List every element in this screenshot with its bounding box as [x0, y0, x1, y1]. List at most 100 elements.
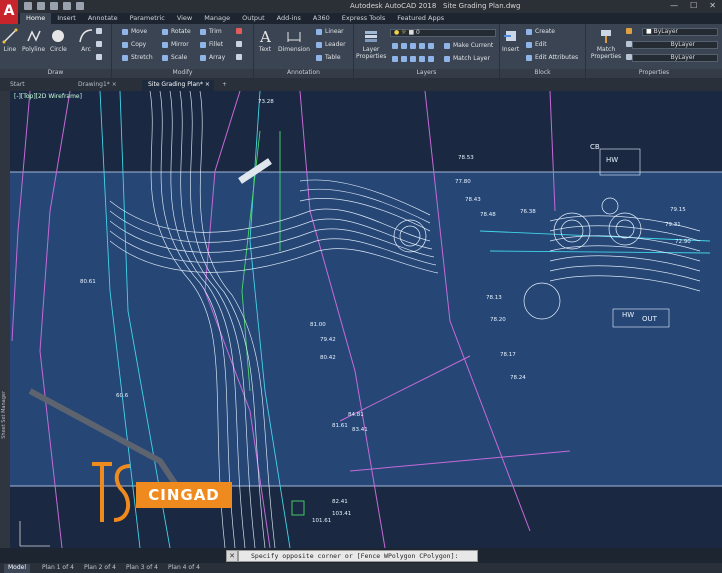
- draw-panel-label[interactable]: Draw: [0, 69, 111, 78]
- gradient-icon[interactable]: [96, 54, 102, 60]
- tab-home[interactable]: Home: [20, 13, 52, 24]
- viewport-controls[interactable]: [-][Top][2D Wireframe]: [14, 93, 82, 100]
- sheet-set-manager-palette[interactable]: Sheet Set Manager: [0, 91, 10, 548]
- edit-block-button[interactable]: Edit: [526, 41, 547, 48]
- redo-icon[interactable]: [76, 2, 84, 10]
- copy-label: Copy: [131, 41, 147, 48]
- file-title: Site Grading Plan.dwg: [442, 2, 521, 10]
- close-icon[interactable]: ×: [205, 81, 210, 88]
- line-button[interactable]: Line: [2, 28, 18, 53]
- headwall-label: HW: [622, 311, 634, 319]
- lineweight-icon[interactable]: [626, 54, 632, 60]
- table-label: Table: [325, 54, 341, 61]
- elevation-label: 84.81: [348, 412, 364, 418]
- rotate-button[interactable]: Rotate: [162, 28, 191, 35]
- new-icon[interactable]: [24, 2, 32, 10]
- offset-icon[interactable]: [236, 54, 242, 60]
- insert-button[interactable]: Insert: [502, 28, 519, 53]
- hatch-icon[interactable]: [96, 41, 102, 47]
- leader-button[interactable]: Leader: [316, 41, 346, 48]
- elevation-label: 81.61: [332, 423, 348, 429]
- window-title: Autodesk AutoCAD 2018 Site Grading Plan.…: [350, 2, 520, 10]
- tab-parametric[interactable]: Parametric: [124, 13, 171, 24]
- match-properties-button[interactable]: Match Properties: [588, 28, 624, 60]
- paintbrush-icon: [601, 30, 611, 43]
- ucs-icon: [19, 521, 50, 547]
- explode-icon[interactable]: [236, 41, 242, 47]
- layer-dropdown[interactable]: ● ☼ ■ 0: [390, 29, 496, 37]
- minimize-icon[interactable]: —: [670, 1, 678, 10]
- modify-panel-label[interactable]: Modify: [112, 69, 253, 78]
- tab-plan-4[interactable]: Plan 4 of 4: [164, 564, 204, 573]
- line-label: Line: [3, 46, 17, 53]
- text-button[interactable]: A Text: [257, 28, 273, 53]
- command-line-input[interactable]: Specify opposite corner or [Fence WPolyg…: [238, 550, 478, 562]
- match-layer-button[interactable]: Match Layer: [444, 55, 490, 62]
- linetype-dropdown[interactable]: ByLayer: [632, 41, 718, 49]
- undo-icon[interactable]: [63, 2, 71, 10]
- tab-view[interactable]: View: [171, 13, 198, 24]
- draw-extra-icon[interactable]: [96, 28, 102, 34]
- file-tab-site-grading-plan[interactable]: Site Grading Plan* ×: [142, 80, 214, 91]
- tab-annotate[interactable]: Annotate: [82, 13, 124, 24]
- new-tab-button[interactable]: +: [216, 80, 228, 91]
- tab-a360[interactable]: A360: [307, 13, 336, 24]
- maximize-icon[interactable]: ☐: [690, 1, 697, 10]
- trim-button[interactable]: Trim: [200, 28, 222, 35]
- command-line-close-button[interactable]: ✕: [226, 550, 238, 562]
- lineweight-dropdown[interactable]: ByLayer: [632, 54, 718, 62]
- mirror-button[interactable]: Mirror: [162, 41, 189, 48]
- circle-button[interactable]: Circle: [50, 28, 67, 53]
- tab-plan-1[interactable]: Plan 1 of 4: [38, 564, 78, 573]
- arc-label: Arc: [81, 46, 91, 53]
- tab-plan-2[interactable]: Plan 2 of 4: [80, 564, 120, 573]
- tab-model[interactable]: Model: [4, 564, 31, 573]
- tab-express-tools[interactable]: Express Tools: [336, 13, 391, 24]
- trim-label: Trim: [209, 28, 222, 35]
- arc-button[interactable]: Arc: [78, 28, 94, 53]
- stretch-button[interactable]: Stretch: [122, 54, 153, 61]
- annotation-panel-label[interactable]: Annotation: [254, 69, 353, 78]
- move-button[interactable]: Move: [122, 28, 147, 35]
- table-button[interactable]: Table: [316, 54, 341, 61]
- tab-add-ins[interactable]: Add-ins: [271, 13, 307, 24]
- block-panel-label[interactable]: Block: [500, 69, 585, 78]
- file-tab-start[interactable]: Start: [4, 80, 68, 91]
- file-tab-drawing1[interactable]: Drawing1* ×: [72, 80, 140, 91]
- layer-tools-row1[interactable]: [392, 43, 434, 49]
- color-icon[interactable]: [626, 28, 632, 34]
- elevation-label: 80.42: [320, 355, 336, 361]
- tab-plan-3[interactable]: Plan 3 of 4: [122, 564, 162, 573]
- tab-output[interactable]: Output: [236, 13, 271, 24]
- color-dropdown[interactable]: ■ ByLayer: [642, 28, 718, 36]
- save-icon[interactable]: [50, 2, 58, 10]
- ribbon: Line Polyline Circle Arc Draw Move Rotat…: [0, 24, 722, 78]
- erase-icon[interactable]: [236, 28, 242, 34]
- properties-panel-label[interactable]: Properties: [586, 69, 722, 78]
- tab-manage[interactable]: Manage: [198, 13, 236, 24]
- dimension-button[interactable]: Dimension: [278, 28, 310, 53]
- tab-featured-apps[interactable]: Featured Apps: [391, 13, 450, 24]
- linear-button[interactable]: Linear: [316, 28, 344, 35]
- catch-basin-label: CB: [590, 143, 600, 151]
- array-button[interactable]: Array: [200, 54, 225, 61]
- copy-button[interactable]: Copy: [122, 41, 146, 48]
- make-current-button[interactable]: Make Current: [444, 42, 493, 49]
- polyline-button[interactable]: Polyline: [22, 28, 45, 53]
- scale-button[interactable]: Scale: [162, 54, 187, 61]
- edit-attributes-button[interactable]: Edit Attributes: [526, 54, 578, 61]
- layer-tools-row2[interactable]: [392, 56, 434, 62]
- create-block-button[interactable]: Create: [526, 28, 555, 35]
- tab-insert[interactable]: Insert: [51, 13, 82, 24]
- close-icon[interactable]: ✕: [709, 1, 716, 10]
- application-menu-button[interactable]: A: [0, 0, 18, 24]
- file-tab-drawing1-label: Drawing1*: [78, 81, 110, 88]
- fillet-button[interactable]: Fillet: [200, 41, 223, 48]
- layers-panel-label[interactable]: Layers: [354, 69, 499, 78]
- layer-properties-button[interactable]: Layer Properties: [356, 28, 386, 60]
- title-bar: Autodesk AutoCAD 2018 Site Grading Plan.…: [0, 0, 722, 13]
- linetype-icon[interactable]: [626, 41, 632, 47]
- open-icon[interactable]: [37, 2, 45, 10]
- polyline-label: Polyline: [22, 46, 46, 53]
- close-icon[interactable]: ×: [112, 81, 117, 88]
